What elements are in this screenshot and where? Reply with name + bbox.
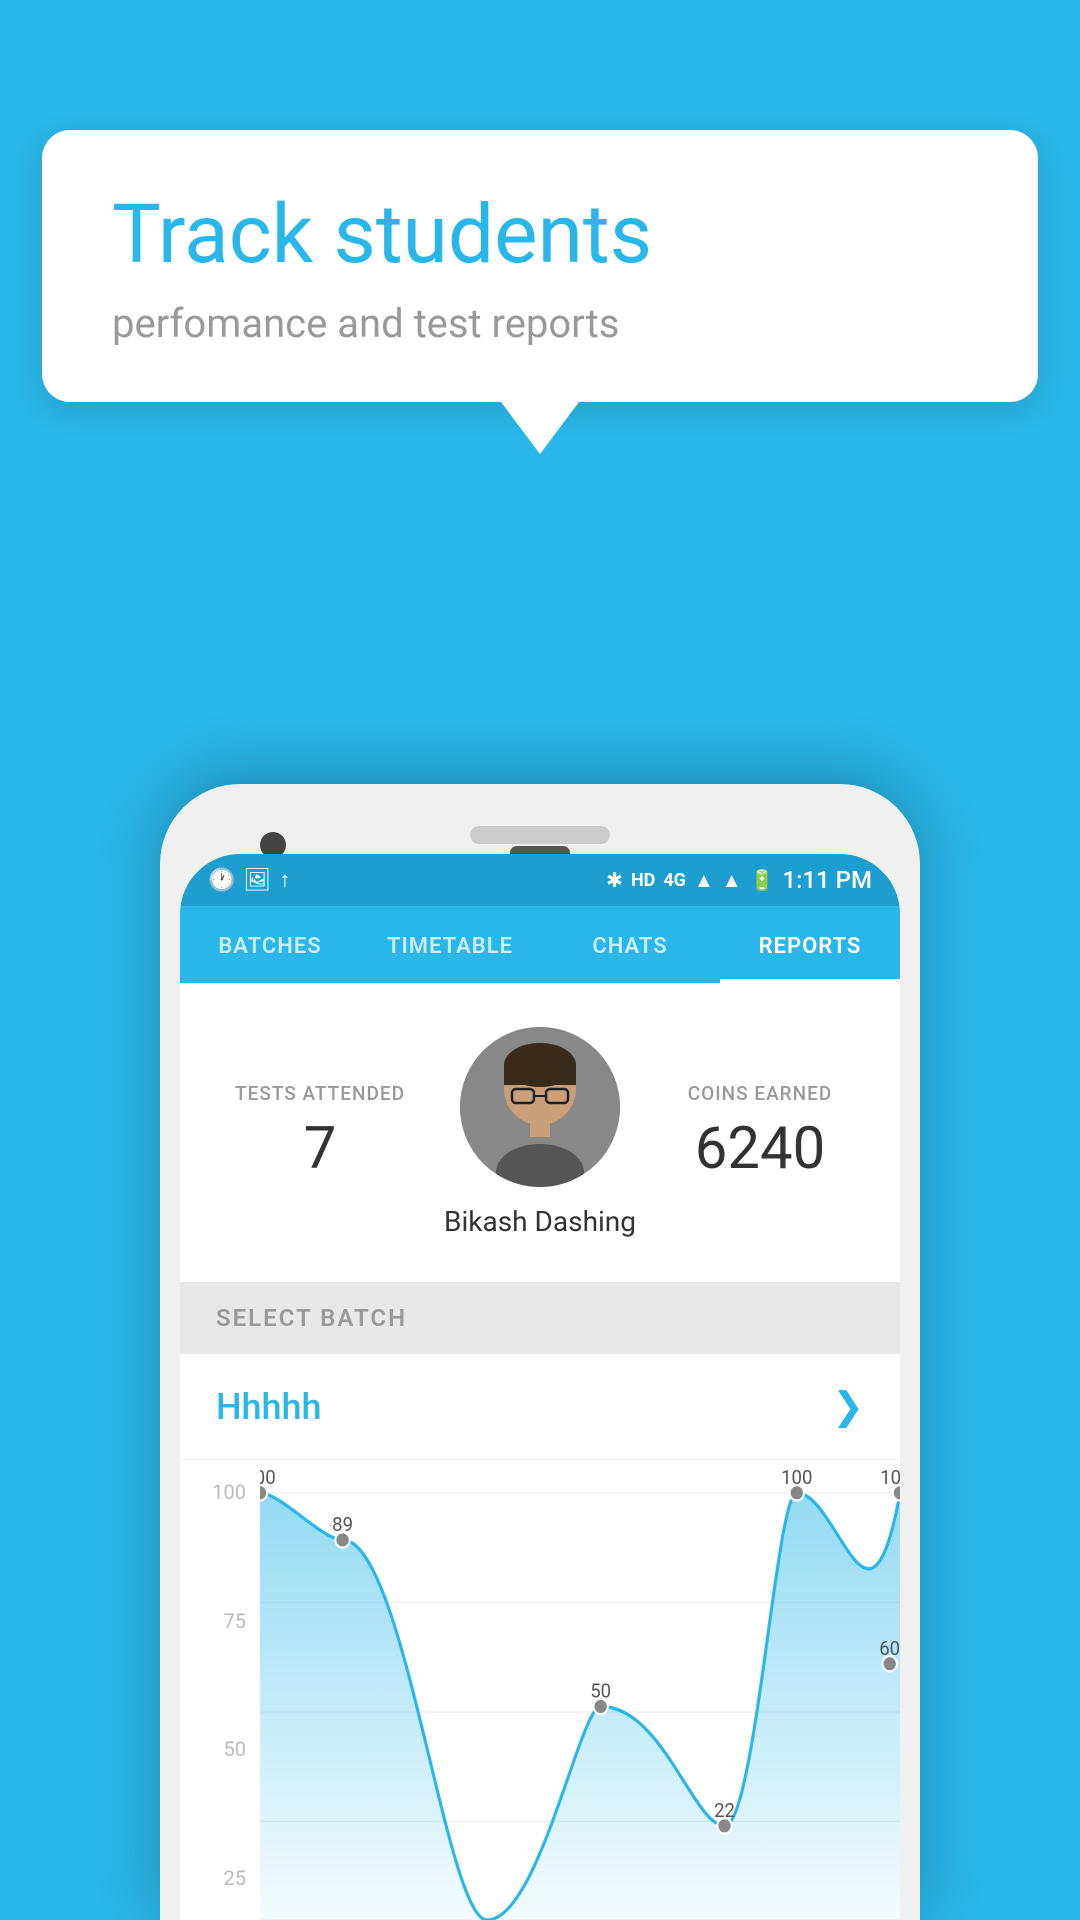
tab-reports[interactable]: REPORTS bbox=[720, 906, 900, 983]
network-4g-label: 4G bbox=[663, 870, 686, 891]
tab-batches[interactable]: BATCHES bbox=[180, 906, 360, 983]
status-icons: 🕐 🖼 ↑ bbox=[208, 867, 290, 893]
chart-svg: 100 89 50 22 100 60 100 bbox=[260, 1460, 900, 1920]
y-label-100: 100 bbox=[180, 1480, 260, 1504]
status-bar: 🕐 🖼 ↑ ✱ HD 4G ▲ ▲ 🔋 1:11 PM bbox=[180, 854, 900, 906]
bluetooth-icon: ✱ bbox=[606, 868, 623, 892]
svg-text:100: 100 bbox=[260, 1466, 276, 1490]
tab-chats[interactable]: CHATS bbox=[540, 906, 720, 983]
select-batch-label: SELECT BATCH bbox=[216, 1304, 407, 1332]
clock-icon: 🕐 bbox=[208, 868, 235, 893]
tests-attended-label: TESTS ATTENDED bbox=[210, 1082, 430, 1105]
battery-icon: 🔋 bbox=[750, 868, 775, 892]
y-label-25: 25 bbox=[180, 1866, 260, 1890]
chart-area: 100 75 50 25 bbox=[180, 1460, 900, 1920]
svg-text:60: 60 bbox=[879, 1636, 900, 1660]
svg-text:100: 100 bbox=[880, 1466, 900, 1490]
status-time: 1:11 PM bbox=[782, 866, 872, 894]
signal2-icon: ▲ bbox=[722, 868, 742, 893]
hd-label: HD bbox=[631, 870, 655, 891]
tab-timetable[interactable]: TIMETABLE bbox=[360, 906, 540, 983]
phone-screen: 🕐 🖼 ↑ ✱ HD 4G ▲ ▲ 🔋 1:11 PM BATCHES bbox=[180, 854, 900, 1920]
avatar bbox=[460, 1027, 620, 1187]
nav-tabs: BATCHES TIMETABLE CHATS REPORTS bbox=[180, 906, 900, 983]
select-batch-bar: SELECT BATCH bbox=[180, 1282, 900, 1354]
batch-item[interactable]: Hhhhh ❯ bbox=[180, 1354, 900, 1460]
avatar-name: Bikash Dashing bbox=[444, 1205, 636, 1238]
right-status-icons: ✱ HD 4G ▲ ▲ 🔋 1:11 PM bbox=[606, 866, 872, 894]
svg-text:50: 50 bbox=[590, 1679, 611, 1703]
avatar-block: Bikash Dashing bbox=[430, 1027, 650, 1238]
tooltip-card: Track students perfomance and test repor… bbox=[42, 130, 1038, 402]
image-icon: 🖼 bbox=[243, 868, 271, 893]
svg-text:100: 100 bbox=[781, 1466, 812, 1490]
speaker bbox=[470, 826, 610, 844]
y-label-50: 50 bbox=[180, 1737, 260, 1761]
phone-frame: 🕐 🖼 ↑ ✱ HD 4G ▲ ▲ 🔋 1:11 PM BATCHES bbox=[160, 784, 920, 1920]
chart-y-labels: 100 75 50 25 bbox=[180, 1460, 260, 1920]
tooltip-title: Track students bbox=[112, 190, 968, 280]
svg-text:22: 22 bbox=[714, 1799, 735, 1823]
signal1-icon: ▲ bbox=[694, 868, 714, 893]
tests-attended-block: TESTS ATTENDED 7 bbox=[210, 1082, 430, 1183]
batch-name: Hhhhh bbox=[216, 1386, 322, 1428]
coins-earned-label: COINS EARNED bbox=[650, 1082, 870, 1105]
svg-text:89: 89 bbox=[332, 1513, 353, 1537]
tooltip-subtitle: perfomance and test reports bbox=[112, 300, 968, 347]
phone-top bbox=[180, 804, 900, 854]
y-label-75: 75 bbox=[180, 1609, 260, 1633]
chevron-right-icon: ❯ bbox=[832, 1384, 864, 1429]
coins-earned-value: 6240 bbox=[650, 1115, 870, 1183]
tests-attended-value: 7 bbox=[210, 1115, 430, 1183]
coins-earned-block: COINS EARNED 6240 bbox=[650, 1082, 870, 1183]
profile-section: TESTS ATTENDED 7 bbox=[180, 983, 900, 1282]
share-icon: ↑ bbox=[279, 867, 290, 893]
